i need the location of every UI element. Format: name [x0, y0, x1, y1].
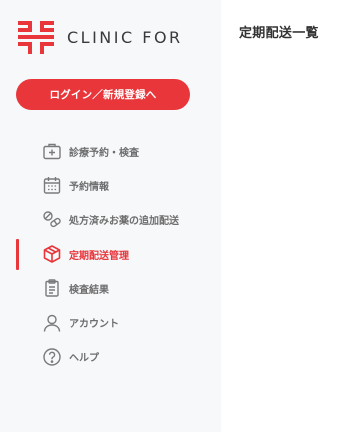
- logo[interactable]: CLINIC FOR: [16, 18, 183, 56]
- main-content: 定期配送一覧: [221, 0, 352, 432]
- login-register-button[interactable]: ログイン／新規登録へ: [16, 79, 190, 110]
- sidebar-item-consultation-booking[interactable]: 診療予約・検査: [0, 134, 221, 168]
- clinic-cross-logo-icon: [18, 21, 54, 54]
- calendar-icon: [42, 175, 62, 195]
- page-title: 定期配送一覧: [239, 26, 319, 41]
- sidebar-item-reservation-info[interactable]: 予約情報: [0, 168, 221, 202]
- sidebar-item-label: 検査結果: [69, 284, 109, 296]
- sidebar-item-label: 予約情報: [69, 181, 109, 193]
- sidebar-item-additional-delivery[interactable]: 処方済みお薬の追加配送: [0, 203, 221, 237]
- package-box-icon: [42, 244, 62, 264]
- sidebar-nav: 診療予約・検査 予約情報 処方済みお薬の追加配送 定期配送管理 検査結果 アカウ…: [0, 134, 221, 374]
- active-indicator: [16, 238, 19, 270]
- sidebar-item-label: 診療予約・検査: [69, 147, 139, 159]
- pills-icon: [42, 210, 62, 230]
- sidebar-item-label: 定期配送管理: [69, 250, 129, 262]
- help-question-icon: [42, 347, 62, 367]
- user-icon: [42, 313, 62, 333]
- sidebar-item-label: 処方済みお薬の追加配送: [69, 216, 179, 228]
- sidebar-item-test-results[interactable]: 検査結果: [0, 271, 221, 305]
- sidebar-item-help[interactable]: ヘルプ: [0, 340, 221, 374]
- sidebar-item-label: ヘルプ: [69, 353, 99, 365]
- medical-bag-icon: [42, 141, 62, 161]
- sidebar: CLINIC FOR ログイン／新規登録へ 診療予約・検査 予約情報 処方済みお…: [0, 0, 221, 432]
- sidebar-item-subscription-management[interactable]: 定期配送管理: [0, 237, 221, 271]
- logo-text: CLINIC FOR: [67, 27, 183, 47]
- sidebar-item-account[interactable]: アカウント: [0, 305, 221, 339]
- clipboard-document-icon: [42, 278, 62, 298]
- sidebar-item-label: アカウント: [69, 319, 119, 331]
